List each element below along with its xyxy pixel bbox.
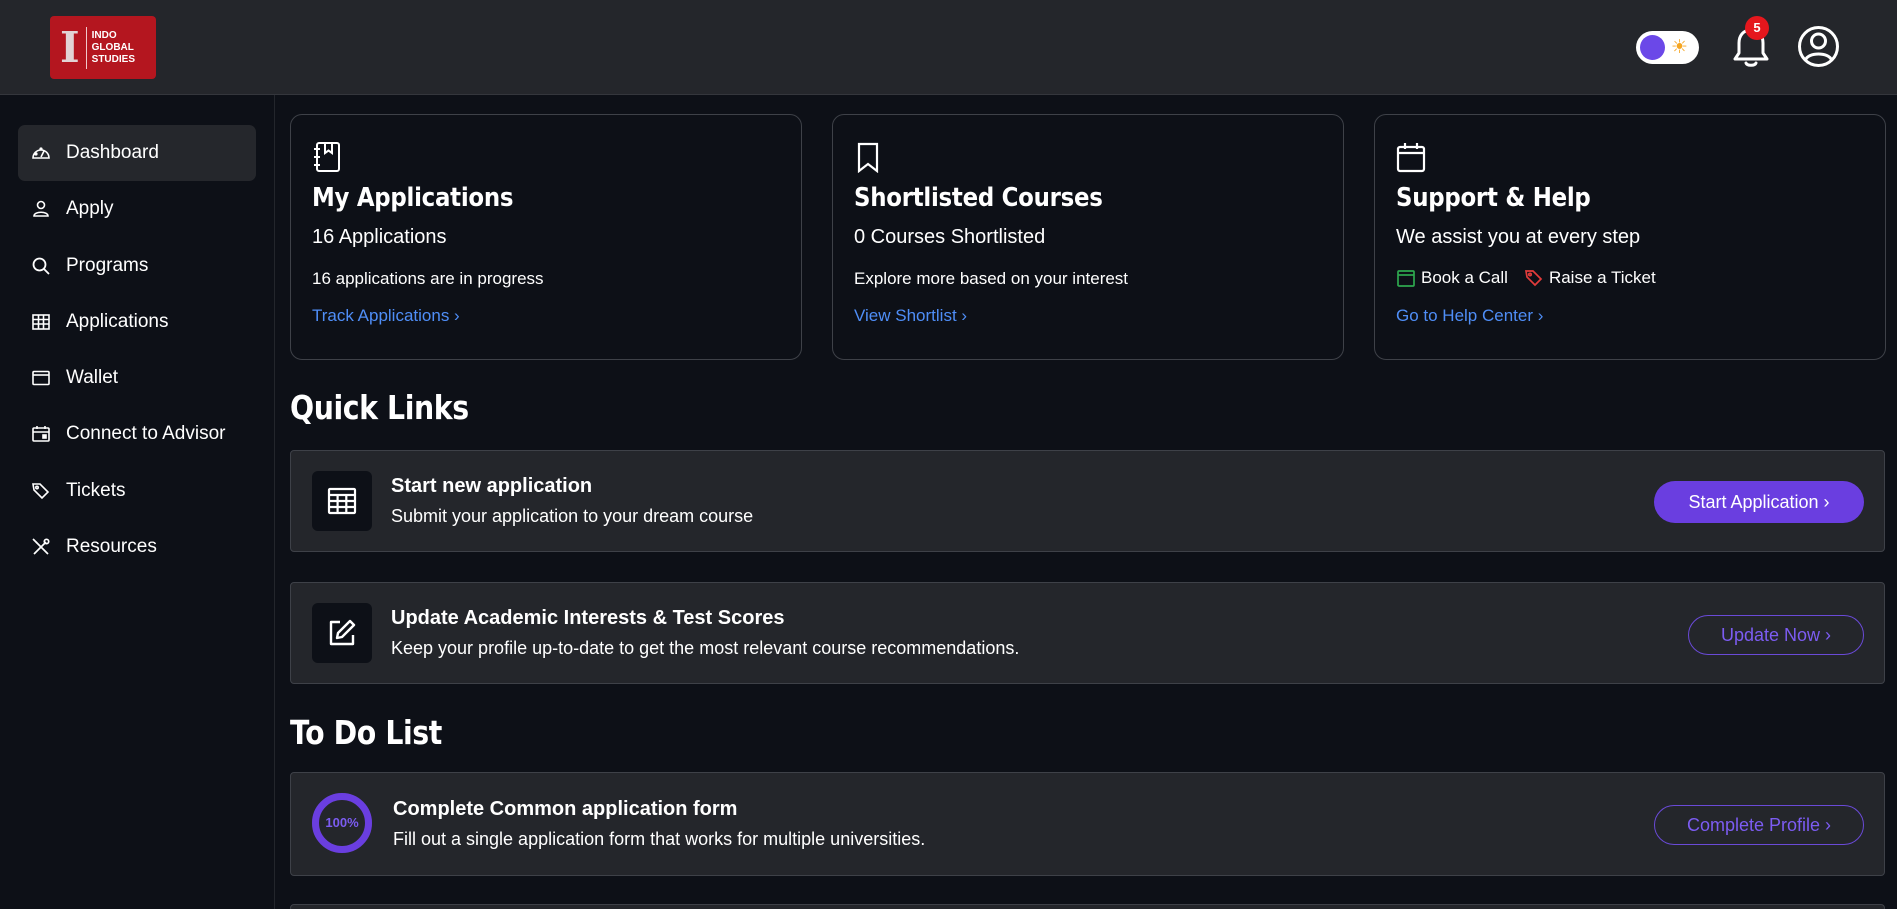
sidebar-item-wallet[interactable]: Wallet <box>18 350 256 406</box>
quick-links-heading: Quick Links <box>290 388 469 427</box>
tag-icon <box>1524 270 1543 287</box>
applications-count: 16 Applications <box>312 226 447 248</box>
row-icon-box <box>312 471 372 531</box>
search-icon <box>32 257 50 275</box>
sidebar-item-label: Wallet <box>66 367 119 388</box>
sidebar-item-label: Dashboard <box>66 142 159 163</box>
row-icon-box <box>312 603 372 663</box>
to-do-list-heading: To Do List <box>290 713 442 752</box>
shortlisted-courses-card: Shortlisted Courses 0 Courses Shortliste… <box>832 114 1344 360</box>
logo-text: INDO GLOBAL STUDIES <box>91 29 135 65</box>
row-title: Complete Common application form <box>393 798 738 820</box>
sidebar-item-connect-to-advisor[interactable]: Connect to Advisor <box>18 406 256 462</box>
calendar-icon <box>1397 270 1415 287</box>
sidebar-item-apply[interactable]: Apply <box>18 181 256 237</box>
sidebar-item-resources[interactable]: Resources <box>18 519 256 575</box>
my-applications-card: My Applications 16 Applications 16 appli… <box>290 114 802 360</box>
complete-profile-button[interactable]: Complete Profile › <box>1654 805 1864 845</box>
notebook-icon <box>314 142 340 172</box>
theme-toggle[interactable]: ☀ <box>1636 31 1699 64</box>
user-icon <box>33 200 49 217</box>
todo-item-common-application: 100% Complete Common application form Fi… <box>290 772 1885 876</box>
dashboard-gauge-icon <box>32 147 50 159</box>
book-a-call-button[interactable]: Book a Call <box>1421 268 1508 288</box>
sidebar-item-programs[interactable]: Programs <box>18 238 256 294</box>
logo-mark: I <box>60 22 80 72</box>
sidebar-item-label: Programs <box>66 255 149 276</box>
quick-link-update-academic-interests: Update Academic Interests & Test Scores … <box>290 582 1885 684</box>
row-title: Update Academic Interests & Test Scores <box>391 607 785 629</box>
sun-icon: ☀ <box>1671 37 1689 58</box>
sidebar-item-applications[interactable]: Applications <box>18 294 256 350</box>
tools-icon <box>32 538 50 555</box>
row-description: Keep your profile up-to-date to get the … <box>391 638 1020 658</box>
support-actions: Book a Call Raise a Ticket <box>1396 268 1656 288</box>
table-icon <box>327 487 357 515</box>
indo-global-studies-logo[interactable]: I INDO GLOBAL STUDIES <box>50 16 156 79</box>
sidebar-item-label: Tickets <box>66 480 126 501</box>
row-title: Start new application <box>391 475 593 497</box>
update-now-button[interactable]: Update Now › <box>1688 615 1864 655</box>
toggle-knob <box>1640 35 1665 60</box>
calendar-icon <box>1396 143 1426 173</box>
card-subtitle: We assist you at every step <box>1396 226 1641 248</box>
track-applications-link[interactable]: Track Applications › <box>312 306 460 326</box>
sidebar-item-label: Applications <box>66 311 169 332</box>
start-application-button[interactable]: Start Application › <box>1654 481 1864 523</box>
next-todo-item-peek <box>290 904 1885 909</box>
card-description: 16 applications are in progress <box>312 269 544 288</box>
logo-divider <box>85 26 87 69</box>
support-help-card: Support & Help We assist you at every st… <box>1374 114 1886 360</box>
tag-icon <box>32 483 50 500</box>
card-title: My Applications <box>312 183 514 213</box>
table-icon <box>32 314 50 330</box>
sidebar-item-label: Resources <box>66 536 157 557</box>
sidebar: Dashboard Apply Programs Applications Wa… <box>0 95 275 909</box>
top-bar: I INDO GLOBAL STUDIES <box>0 0 1897 95</box>
user-avatar-icon[interactable] <box>1797 25 1840 68</box>
wallet-icon <box>32 370 50 386</box>
sidebar-item-dashboard[interactable]: Dashboard <box>18 125 256 181</box>
progress-label: 100% <box>325 815 359 830</box>
row-description: Fill out a single application form that … <box>393 829 926 849</box>
quick-link-start-application: Start new application Submit your applic… <box>290 450 1885 552</box>
go-to-help-center-link[interactable]: Go to Help Center › <box>1396 306 1543 326</box>
calendar-icon <box>32 426 50 442</box>
card-title: Shortlisted Courses <box>854 183 1103 213</box>
view-shortlist-link[interactable]: View Shortlist › <box>854 306 967 326</box>
notification-badge: 5 <box>1745 16 1769 40</box>
card-title: Support & Help <box>1396 183 1591 213</box>
sidebar-item-tickets[interactable]: Tickets <box>18 463 256 519</box>
shortlist-count: 0 Courses Shortlisted <box>854 226 1046 248</box>
card-description: Explore more based on your interest <box>854 269 1129 288</box>
edit-icon <box>329 619 356 646</box>
raise-a-ticket-button[interactable]: Raise a Ticket <box>1549 268 1656 288</box>
bookmark-icon <box>857 142 879 173</box>
row-description: Submit your application to your dream co… <box>391 506 754 526</box>
sidebar-item-label: Apply <box>66 198 114 219</box>
sidebar-item-label: Connect to Advisor <box>66 423 226 444</box>
